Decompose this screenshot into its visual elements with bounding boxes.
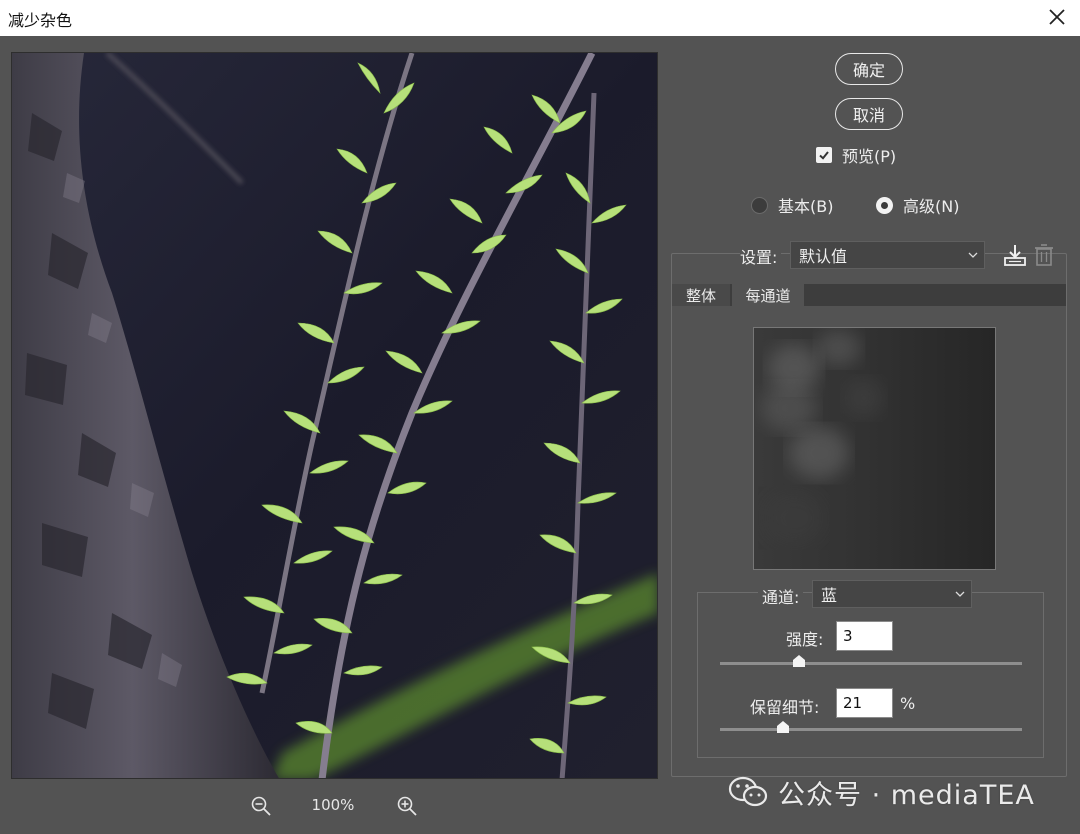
- strength-label: 强度:: [786, 630, 824, 649]
- preserve-details-slider-thumb[interactable]: [776, 720, 790, 734]
- preview-checkbox[interactable]: [816, 147, 832, 163]
- channel-select[interactable]: 蓝: [812, 580, 972, 608]
- mode-advanced-radio[interactable]: [876, 196, 893, 214]
- preview-checkbox-row[interactable]: 预览(P): [816, 144, 896, 166]
- mode-basic-radio[interactable]: [751, 196, 768, 214]
- checkmark-icon: [819, 151, 829, 160]
- channel-preview[interactable]: [753, 327, 996, 570]
- title-bar: 减少杂色: [0, 0, 1080, 36]
- chevron-down-icon: [968, 252, 978, 258]
- strength-slider-thumb[interactable]: [792, 654, 806, 668]
- zoom-bar: 100%: [0, 793, 670, 819]
- channel-preview-image: [754, 328, 995, 569]
- cancel-button[interactable]: 取消: [835, 98, 903, 130]
- watermark: 公众号 · mediaTEA: [728, 772, 1035, 812]
- preserve-details-input[interactable]: [836, 688, 893, 718]
- ok-button[interactable]: 确定: [835, 53, 903, 85]
- preserve-details-label: 保留细节:: [750, 698, 820, 717]
- chevron-down-icon: [955, 591, 965, 597]
- preserve-details-slider-track[interactable]: [720, 721, 1022, 733]
- channel-label: 通道:: [758, 584, 804, 608]
- tab-per-channel[interactable]: 每通道: [732, 284, 804, 306]
- mode-advanced-label: 高级(N): [903, 197, 960, 216]
- settings-select[interactable]: 默认值: [790, 241, 985, 269]
- close-icon[interactable]: [1044, 4, 1070, 30]
- strength-input[interactable]: [836, 621, 893, 651]
- image-preview[interactable]: [11, 52, 658, 779]
- watermark-text: 公众号 · mediaTEA: [778, 779, 1035, 811]
- strength-slider-track[interactable]: [720, 655, 1022, 667]
- preview-label: 预览(P): [842, 147, 897, 166]
- window-title: 减少杂色: [8, 11, 73, 30]
- tab-bar: 整体 每通道: [672, 284, 1066, 306]
- settings-select-value: 默认值: [799, 247, 848, 266]
- mode-basic-radio-row[interactable]: 基本(B): [751, 193, 833, 217]
- mode-advanced-radio-row[interactable]: 高级(N): [876, 193, 959, 217]
- zoom-level: 100%: [311, 796, 355, 814]
- preserve-details-unit: %: [900, 694, 916, 713]
- channel-select-value: 蓝: [821, 586, 838, 605]
- photo-willow-branches: [12, 53, 657, 778]
- settings-label: 设置:: [740, 244, 782, 268]
- wechat-logo-icon: [728, 776, 768, 807]
- zoom-out-icon[interactable]: [250, 795, 272, 817]
- tab-overall[interactable]: 整体: [672, 284, 730, 306]
- delete-settings-icon[interactable]: [1032, 243, 1056, 267]
- mode-basic-label: 基本(B): [778, 197, 834, 216]
- save-settings-icon[interactable]: [1003, 243, 1027, 267]
- zoom-in-icon[interactable]: [396, 795, 418, 817]
- channel-group: [697, 592, 1044, 758]
